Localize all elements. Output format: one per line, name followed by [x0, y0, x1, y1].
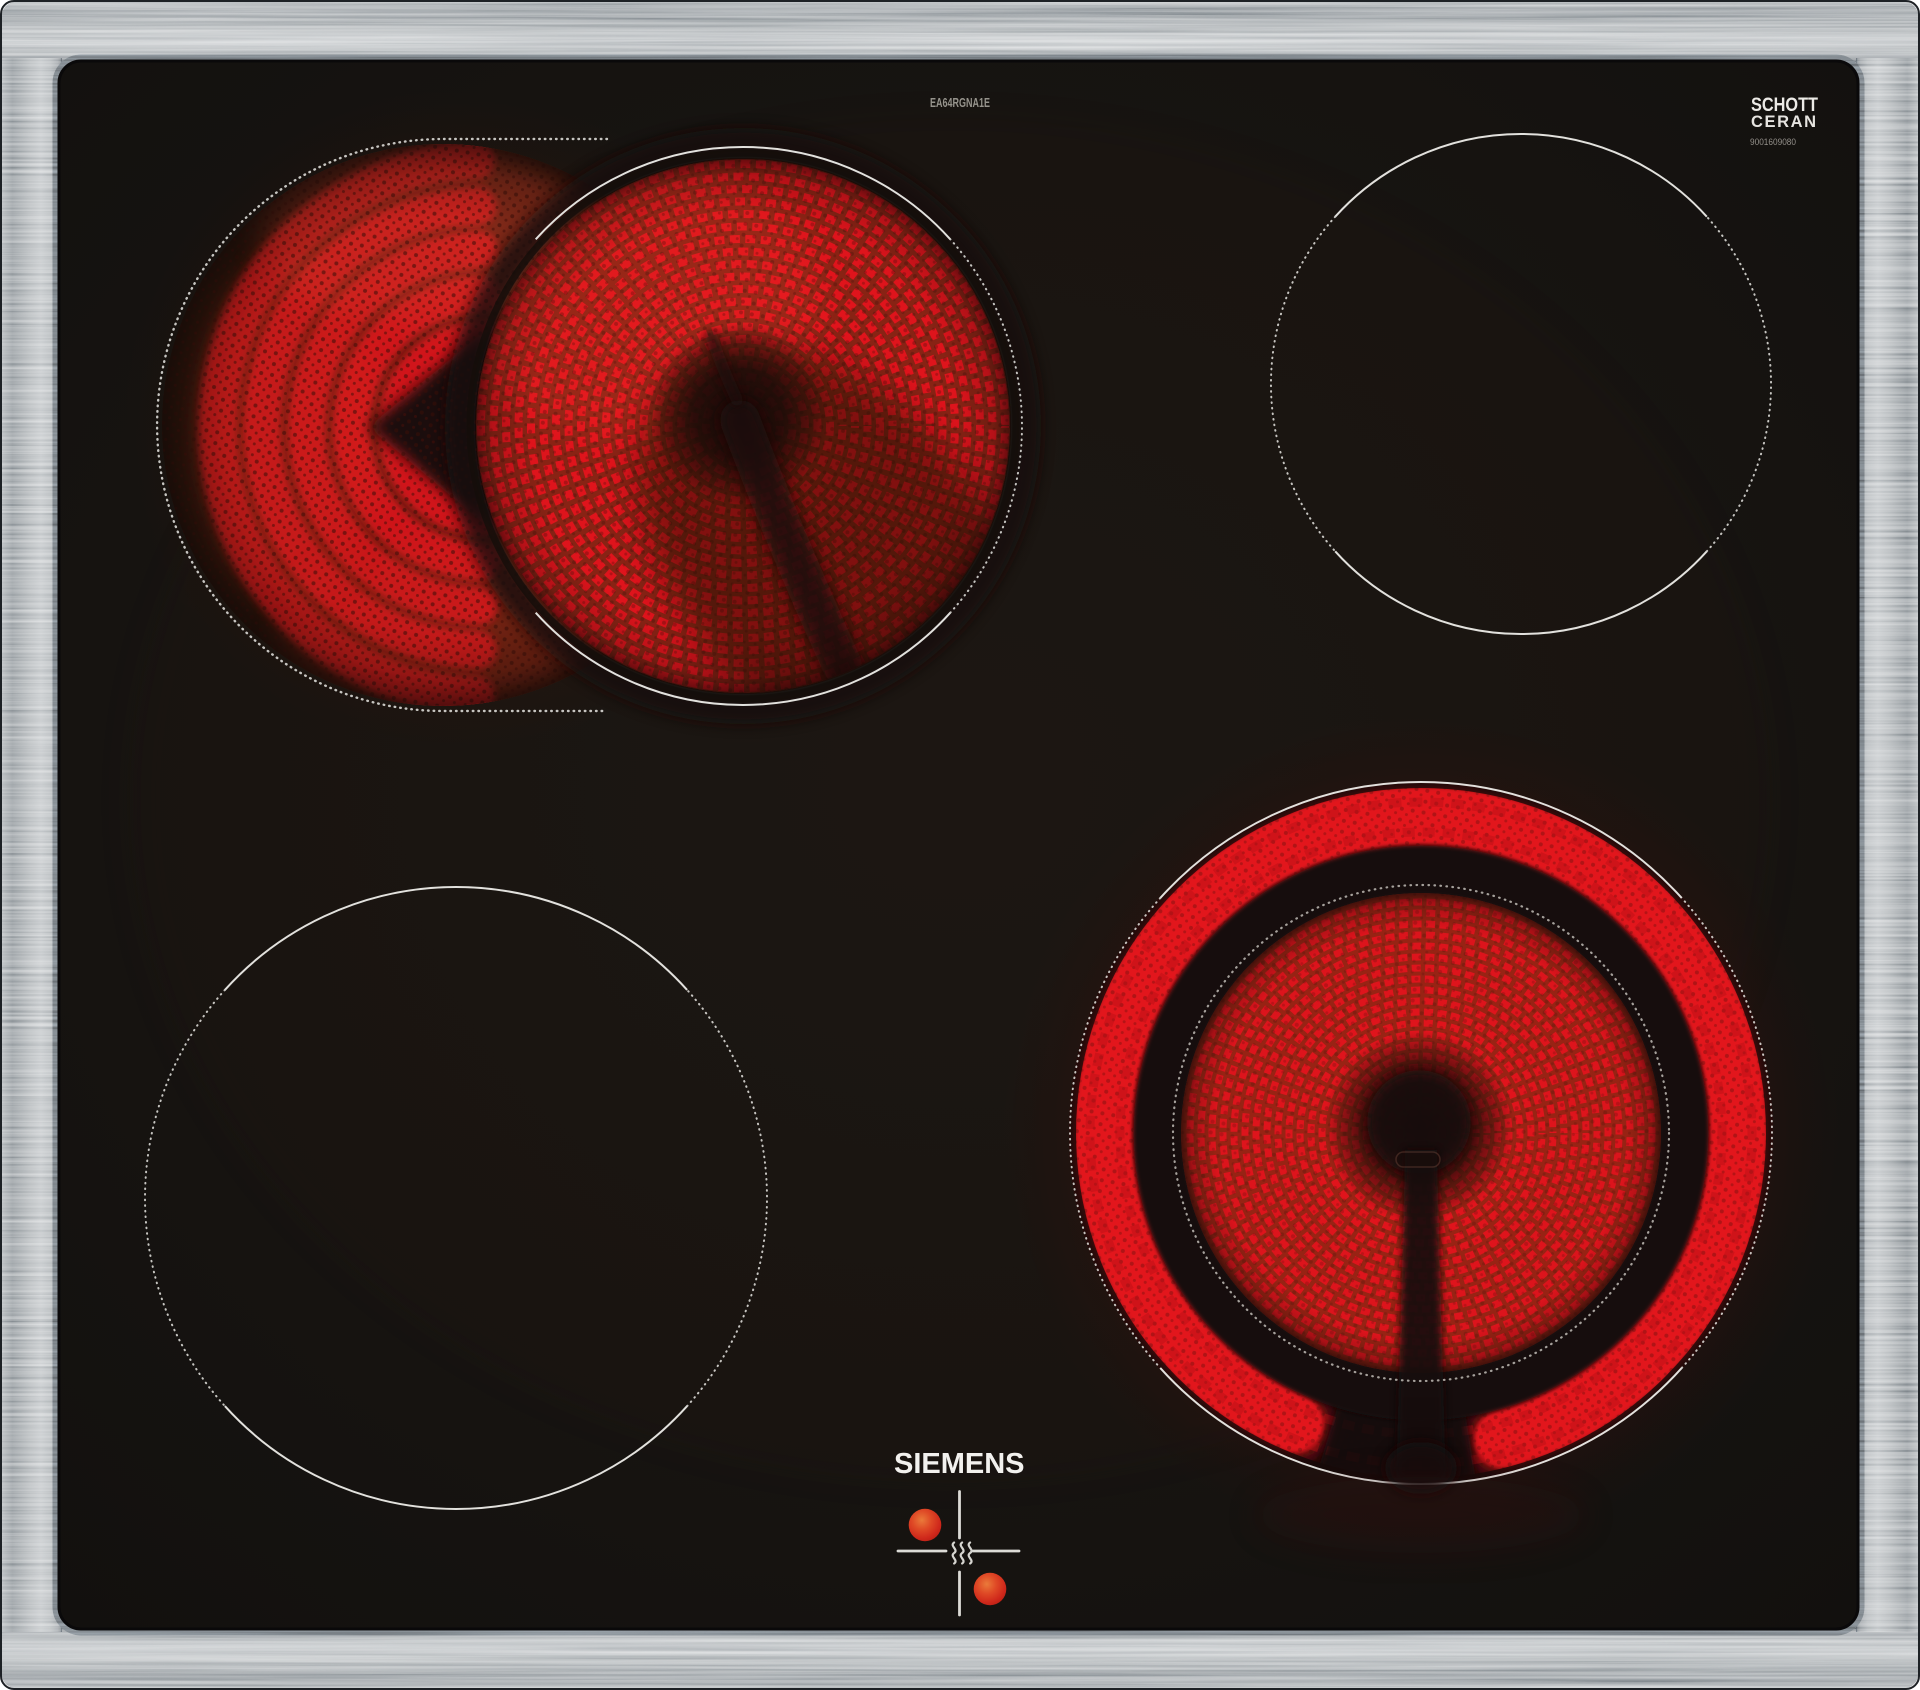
svg-text:EA64RGNA1E: EA64RGNA1E — [930, 95, 990, 110]
svg-text:SIEMENS: SIEMENS — [894, 1448, 1025, 1480]
svg-text:CERAN: CERAN — [1751, 113, 1816, 131]
svg-text:9001609080: 9001609080 — [1750, 137, 1796, 148]
